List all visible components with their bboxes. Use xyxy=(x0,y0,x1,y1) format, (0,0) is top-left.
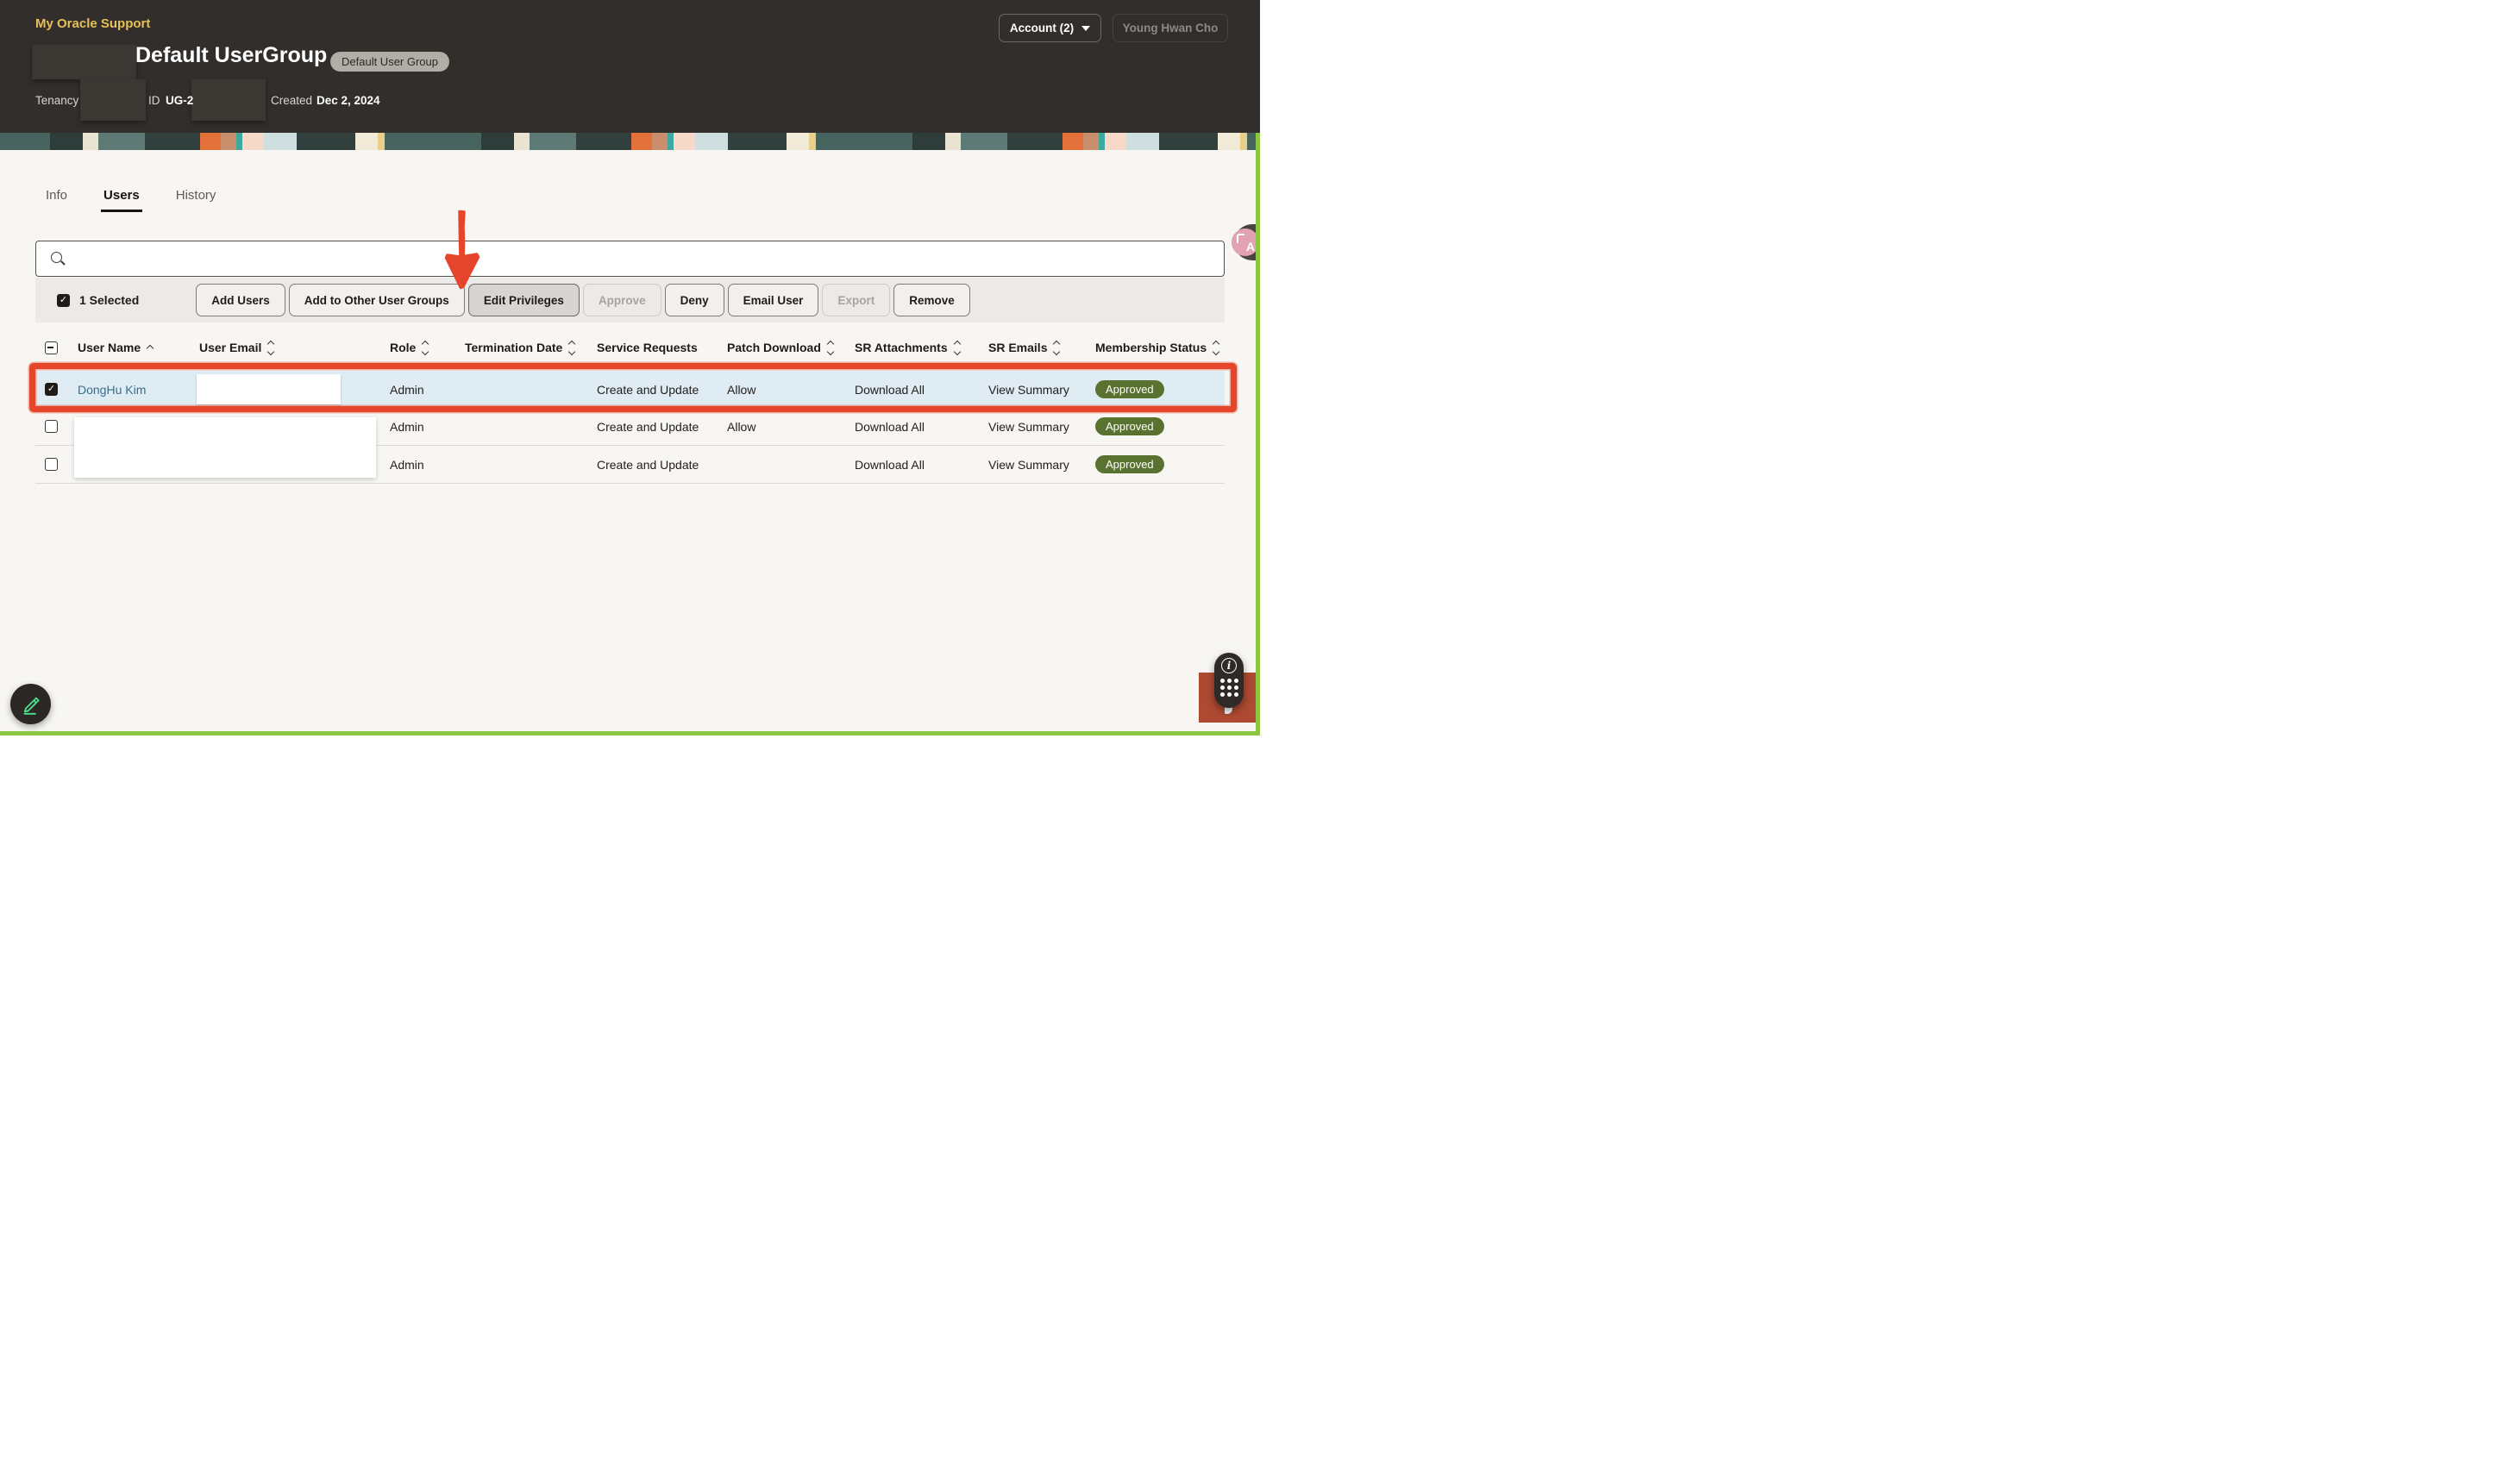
tab-users[interactable]: Users xyxy=(103,188,140,212)
selected-count-label: 1 Selected xyxy=(79,293,139,307)
row-checkbox[interactable] xyxy=(45,458,58,471)
header-checkbox[interactable] xyxy=(45,341,58,354)
apps-grid-icon[interactable] xyxy=(1220,679,1238,697)
sort-icon[interactable] xyxy=(569,341,574,354)
membership-status-badge: Approved xyxy=(1095,417,1164,435)
account-dropdown-button[interactable]: Account (2) xyxy=(999,14,1101,42)
remove-button[interactable]: Remove xyxy=(893,284,970,316)
column-header-membership-status[interactable]: Membership Status xyxy=(1086,325,1225,371)
sort-icon[interactable] xyxy=(828,341,833,354)
sr-emails-cell: View Summary xyxy=(979,408,1086,445)
sr-emails-cell: View Summary xyxy=(979,371,1086,408)
export-button: Export xyxy=(822,284,890,316)
role-cell: Admin xyxy=(380,446,455,483)
sr-attachments-cell: Download All xyxy=(845,446,979,483)
sr-attachments-cell: Download All xyxy=(845,371,979,408)
redacted-box xyxy=(74,417,376,478)
tenancy-label: Tenancy xyxy=(35,94,78,107)
add-to-other-user-groups-button[interactable]: Add to Other User Groups xyxy=(289,284,465,316)
select-all-checkbox[interactable]: ✓ xyxy=(57,294,70,307)
page: My Oracle Support Account (2) Young Hwan… xyxy=(0,0,1260,736)
chevron-down-icon xyxy=(1081,26,1090,31)
termination-date-cell xyxy=(455,446,587,483)
action-toolbar: ✓ 1 Selected Add Users Add to Other User… xyxy=(35,278,1225,322)
email-user-button[interactable]: Email User xyxy=(728,284,819,316)
edit-annotation-fab[interactable] xyxy=(10,684,51,724)
sort-icon[interactable] xyxy=(955,341,960,354)
tab-history[interactable]: History xyxy=(176,188,216,212)
redacted-box xyxy=(80,79,146,121)
column-header-sr-attachments[interactable]: SR Attachments xyxy=(845,325,979,371)
service-requests-cell: Create and Update xyxy=(587,446,718,483)
created-label: Created xyxy=(271,94,312,107)
sort-icon[interactable] xyxy=(1213,341,1219,354)
column-header-user-name[interactable]: User Name xyxy=(68,325,190,371)
table-header-row: User Name User Email Role Termination Da… xyxy=(35,325,1225,371)
column-header-user-email[interactable]: User Email xyxy=(190,325,380,371)
user-name-link[interactable]: DongHu Kim xyxy=(78,383,146,397)
sort-asc-icon[interactable] xyxy=(147,346,153,351)
edit-privileges-button[interactable]: Edit Privileges xyxy=(468,284,580,316)
patch-download-cell xyxy=(718,446,845,483)
column-header-termination-date[interactable]: Termination Date xyxy=(455,325,587,371)
tab-bar: Info Users History xyxy=(46,188,216,212)
deny-button[interactable]: Deny xyxy=(665,284,724,316)
search-bar xyxy=(35,241,1225,277)
floating-dock: i xyxy=(1214,653,1244,708)
search-icon xyxy=(50,251,66,266)
info-icon[interactable]: i xyxy=(1221,658,1237,673)
row-checkbox[interactable] xyxy=(45,420,58,433)
id-value: UG-2 xyxy=(166,94,193,107)
screenshare-border-right xyxy=(1256,133,1260,736)
role-cell: Admin xyxy=(380,408,455,445)
add-users-button[interactable]: Add Users xyxy=(196,284,285,316)
row-checkbox[interactable]: ✓ xyxy=(45,383,58,396)
service-requests-cell: Create and Update xyxy=(587,408,718,445)
pencil-icon xyxy=(20,693,42,716)
account-dropdown-label: Account (2) xyxy=(1010,22,1074,34)
decorative-banner-image xyxy=(0,133,1260,150)
tab-info[interactable]: Info xyxy=(46,188,67,212)
redacted-box xyxy=(191,79,266,121)
page-title: Default UserGroup xyxy=(135,43,327,68)
termination-date-cell xyxy=(455,371,587,408)
search-input[interactable] xyxy=(66,241,1224,276)
termination-date-cell xyxy=(455,408,587,445)
redacted-box xyxy=(197,374,341,404)
column-header-service-requests[interactable]: Service Requests xyxy=(587,325,718,371)
service-requests-cell: Create and Update xyxy=(587,371,718,408)
approve-button: Approve xyxy=(583,284,661,316)
sr-attachments-cell: Download All xyxy=(845,408,979,445)
column-header-sr-emails[interactable]: SR Emails xyxy=(979,325,1086,371)
user-menu-button[interactable]: Young Hwan Cho xyxy=(1113,14,1228,42)
membership-status-badge: Approved xyxy=(1095,455,1164,473)
column-header-patch-download[interactable]: Patch Download xyxy=(718,325,845,371)
patch-download-cell: Allow xyxy=(718,408,845,445)
redacted-box xyxy=(32,45,136,79)
patch-download-cell: Allow xyxy=(718,371,845,408)
column-header-role[interactable]: Role xyxy=(380,325,455,371)
app-header: My Oracle Support Account (2) Young Hwan… xyxy=(0,0,1260,133)
sort-icon[interactable] xyxy=(1054,341,1059,354)
usergroup-type-badge: Default User Group xyxy=(330,52,449,72)
brand-title: My Oracle Support xyxy=(35,16,150,31)
screenshare-border-bottom xyxy=(0,731,1260,736)
user-menu-label: Young Hwan Cho xyxy=(1123,22,1219,34)
sr-emails-cell: View Summary xyxy=(979,446,1086,483)
sort-icon[interactable] xyxy=(268,341,273,354)
id-label: ID xyxy=(148,94,160,107)
sort-icon[interactable] xyxy=(423,341,428,354)
role-cell: Admin xyxy=(380,371,455,408)
created-value: Dec 2, 2024 xyxy=(317,94,380,107)
membership-status-badge: Approved xyxy=(1095,380,1164,398)
